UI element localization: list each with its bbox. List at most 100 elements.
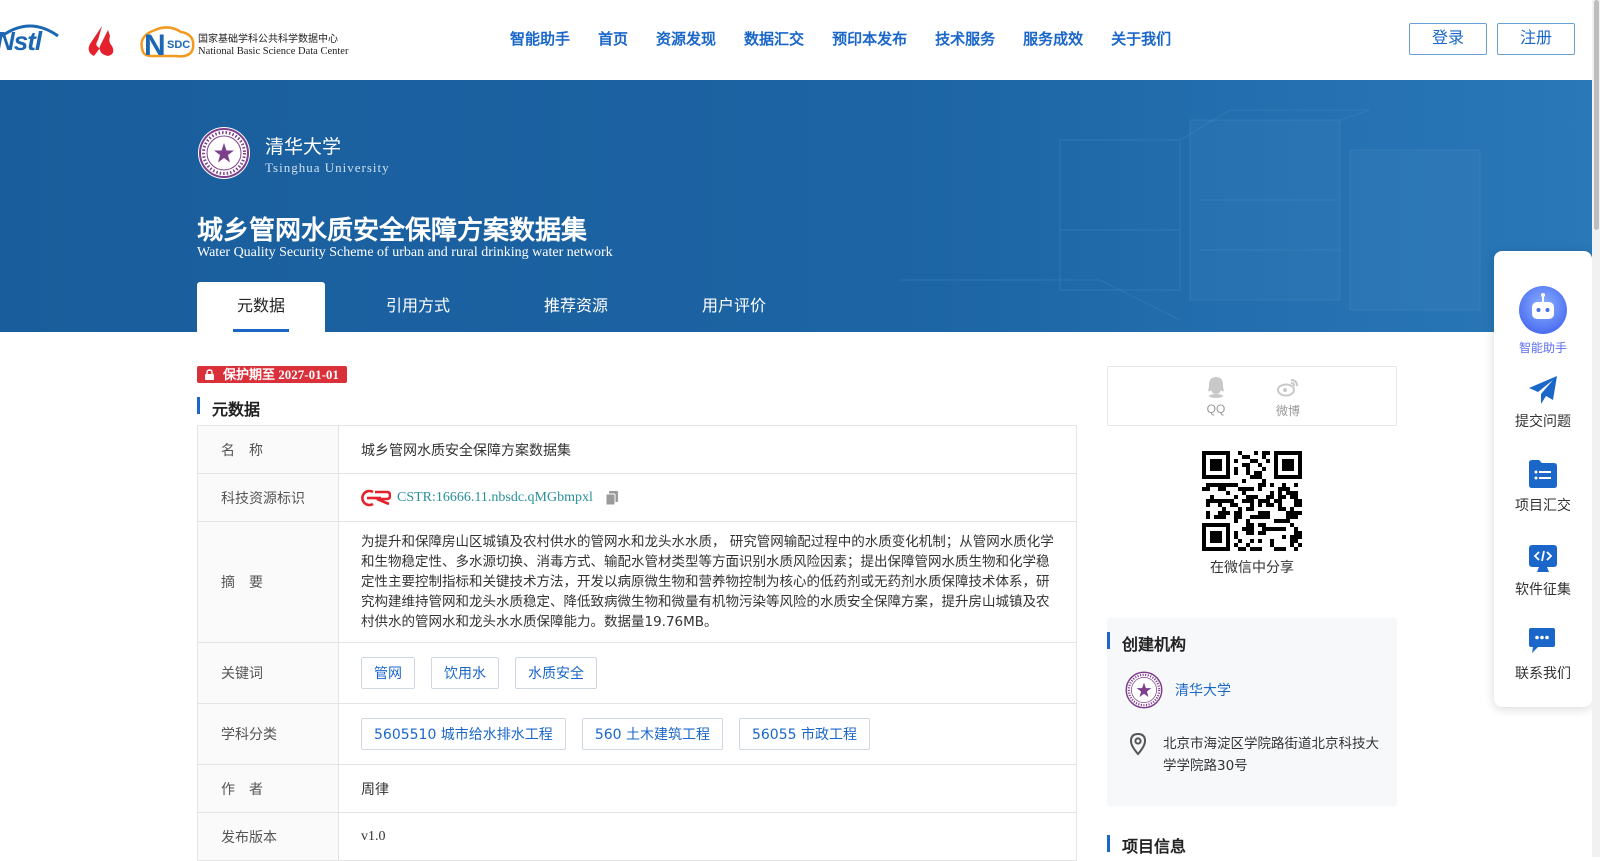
main-nav: 智能助手 首页 资源发现 数据汇交 预印本发布 技术服务 服务成效 关于我们 [510, 28, 1171, 52]
cstr-identifier-link[interactable]: CSTR:16666.11.nbsdc.qMGbmpxl [397, 490, 593, 506]
org-address: 北京市海淀区学院路街道北京科技大学学院路30号 [1163, 736, 1379, 774]
tab-user-reviews[interactable]: 用户评价 [655, 282, 813, 332]
tab-recommended[interactable]: 推荐资源 [497, 282, 655, 332]
subject-tag[interactable]: 560 土木建筑工程 [581, 718, 723, 750]
org-section-title: 创建机构 [1122, 635, 1187, 654]
project-section-title: 项目信息 [1122, 837, 1187, 856]
nsdc-logo-icon[interactable]: N SDC [135, 22, 197, 60]
section-bar [1107, 632, 1110, 649]
float-assistant-label: 智能助手 [1518, 341, 1567, 355]
keyword-tag[interactable]: 饮用水 [431, 657, 499, 689]
float-project-submit-label: 项目汇交 [1515, 498, 1571, 514]
row-label-subject: 学科分类 [198, 704, 339, 764]
table-row: 名 称 城乡管网水质安全保障方案数据集 [198, 426, 1076, 474]
table-row: 学科分类 5605510 城市给水排水工程 560 土木建筑工程 56055 市… [198, 704, 1076, 765]
nsdc-mark-text: SDC [167, 39, 190, 51]
page-scrollbar-thumb[interactable] [1594, 0, 1599, 230]
robot-icon [1519, 286, 1567, 334]
location-pin-icon [1129, 732, 1147, 756]
chat-icon [1529, 628, 1555, 653]
table-row: 发布版本 v1.0 [198, 813, 1076, 861]
nstl-logo-text[interactable]: Nstl [0, 26, 42, 57]
share-weibo-button[interactable]: 微博 [1268, 375, 1308, 419]
share-qq-label: QQ [1206, 402, 1226, 416]
row-value-keywords: 管网 饮用水 水质安全 [339, 643, 1076, 703]
row-label-identifier: 科技资源标识 [198, 474, 339, 521]
org-name-link[interactable]: 清华大学 [1175, 680, 1231, 700]
protection-badge: 保护期至 2027-01-01 [197, 366, 347, 383]
org-name-cn: 清华大学 [265, 137, 342, 158]
row-value-abstract: 为提升和保障房山区城镇及农村供水的管网水和龙头水水质， 研究管网输配过程中的水质… [361, 534, 1054, 630]
lock-icon [205, 369, 214, 380]
wechat-qr-code [1202, 451, 1302, 551]
metadata-table: 名 称 城乡管网水质安全保障方案数据集 科技资源标识 CSTR:16666.11… [197, 425, 1077, 861]
tsinghua-seal-icon [198, 127, 250, 179]
float-project-submit-button[interactable]: 项目汇交 [1494, 457, 1592, 515]
row-label-version: 发布版本 [198, 813, 339, 860]
code-icon [1529, 545, 1557, 572]
dataset-tabs: 元数据 引用方式 推荐资源 用户评价 [197, 282, 813, 332]
float-submit-question-button[interactable]: 提交问题 [1494, 373, 1592, 431]
share-weibo-label: 微博 [1275, 404, 1300, 418]
wechat-share-label: 在微信中分享 [1210, 560, 1294, 576]
protection-text: 保护期至 2027-01-01 [223, 367, 339, 382]
share-qq-button[interactable]: QQ [1196, 375, 1236, 416]
login-button[interactable]: 登录 [1409, 23, 1487, 55]
float-contact-button[interactable]: 联系我们 [1494, 625, 1592, 683]
tsinghua-seal-icon [1124, 670, 1164, 710]
nav-item-about[interactable]: 关于我们 [1111, 28, 1171, 52]
table-row: 关键词 管网 饮用水 水质安全 [198, 643, 1076, 704]
float-submit-question-label: 提交问题 [1515, 414, 1571, 430]
row-value-version: v1.0 [361, 828, 386, 844]
keyword-tag[interactable]: 管网 [361, 657, 415, 689]
nav-item-tech-service[interactable]: 技术服务 [935, 28, 995, 52]
row-label-keywords: 关键词 [198, 643, 339, 703]
float-software-call-label: 软件征集 [1515, 582, 1571, 598]
table-row: 科技资源标识 CSTR:16666.11.nbsdc.qMGbmpxl [198, 474, 1076, 522]
nav-item-data-submit[interactable]: 数据汇交 [744, 28, 804, 52]
floating-action-panel: 智能助手 提交问题 项目汇交 软件征集 联系我们 [1494, 251, 1592, 707]
tab-metadata[interactable]: 元数据 [197, 282, 325, 332]
dataset-subtitle: Water Quality Security Scheme of urban a… [197, 245, 613, 260]
nsdc-caption-cn: 国家基础学科公共科学数据中心 [198, 34, 338, 45]
float-contact-label: 联系我们 [1515, 666, 1571, 682]
keyword-tag[interactable]: 水质安全 [515, 657, 597, 689]
svg-text:N: N [144, 29, 166, 60]
table-row: 摘 要 为提升和保障房山区城镇及农村供水的管网水和龙头水水质， 研究管网输配过程… [198, 522, 1076, 643]
nav-item-preprint[interactable]: 预印本发布 [832, 28, 907, 52]
nav-item-discover[interactable]: 资源发现 [656, 28, 716, 52]
org-name-en: Tsinghua University [265, 160, 390, 175]
subject-tag[interactable]: 56055 市政工程 [738, 718, 870, 750]
nsdc-logo-caption[interactable]: 国家基础学科公共科学数据中心 National Basic Science Da… [198, 34, 348, 58]
share-box: QQ 微博 [1107, 366, 1397, 426]
top-bar: Nstl N SDC 国家基础学科公共科学数据中心 National Basic… [0, 0, 1600, 80]
nav-item-home[interactable]: 首页 [598, 28, 628, 52]
float-software-call-button[interactable]: 软件征集 [1494, 541, 1592, 599]
float-assistant-button[interactable]: 智能助手 [1494, 285, 1592, 356]
dataset-title: 城乡管网水质安全保障方案数据集 [197, 216, 588, 246]
paper-plane-icon [1529, 376, 1557, 404]
row-value-author: 周律 [361, 781, 389, 798]
section-bar [197, 397, 200, 414]
list-icon [1529, 460, 1557, 488]
cstr-logo-icon [361, 489, 391, 506]
row-label-name: 名 称 [198, 426, 339, 473]
table-row: 作 者 周律 [198, 765, 1076, 813]
nav-item-assistant[interactable]: 智能助手 [510, 28, 570, 52]
row-label-abstract: 摘 要 [198, 522, 339, 642]
tab-citation[interactable]: 引用方式 [339, 282, 497, 332]
row-value-identifier: CSTR:16666.11.nbsdc.qMGbmpxl [339, 474, 1076, 521]
red-swoosh-logo-icon[interactable] [82, 24, 120, 60]
copy-icon[interactable] [605, 490, 619, 506]
register-button[interactable]: 注册 [1497, 23, 1575, 55]
section-bar [1107, 835, 1110, 852]
nsdc-caption-en: National Basic Science Data Center [198, 46, 349, 57]
nav-item-outcomes[interactable]: 服务成效 [1023, 28, 1083, 52]
row-value-name: 城乡管网水质安全保障方案数据集 [361, 442, 571, 459]
row-label-author: 作 者 [198, 765, 339, 812]
subject-tag[interactable]: 5605510 城市给水排水工程 [361, 718, 566, 750]
weibo-icon [1277, 379, 1298, 397]
metadata-section-title: 元数据 [212, 400, 261, 419]
row-value-subjects: 5605510 城市给水排水工程 560 土木建筑工程 56055 市政工程 [339, 704, 1076, 764]
qq-icon [1208, 377, 1224, 398]
